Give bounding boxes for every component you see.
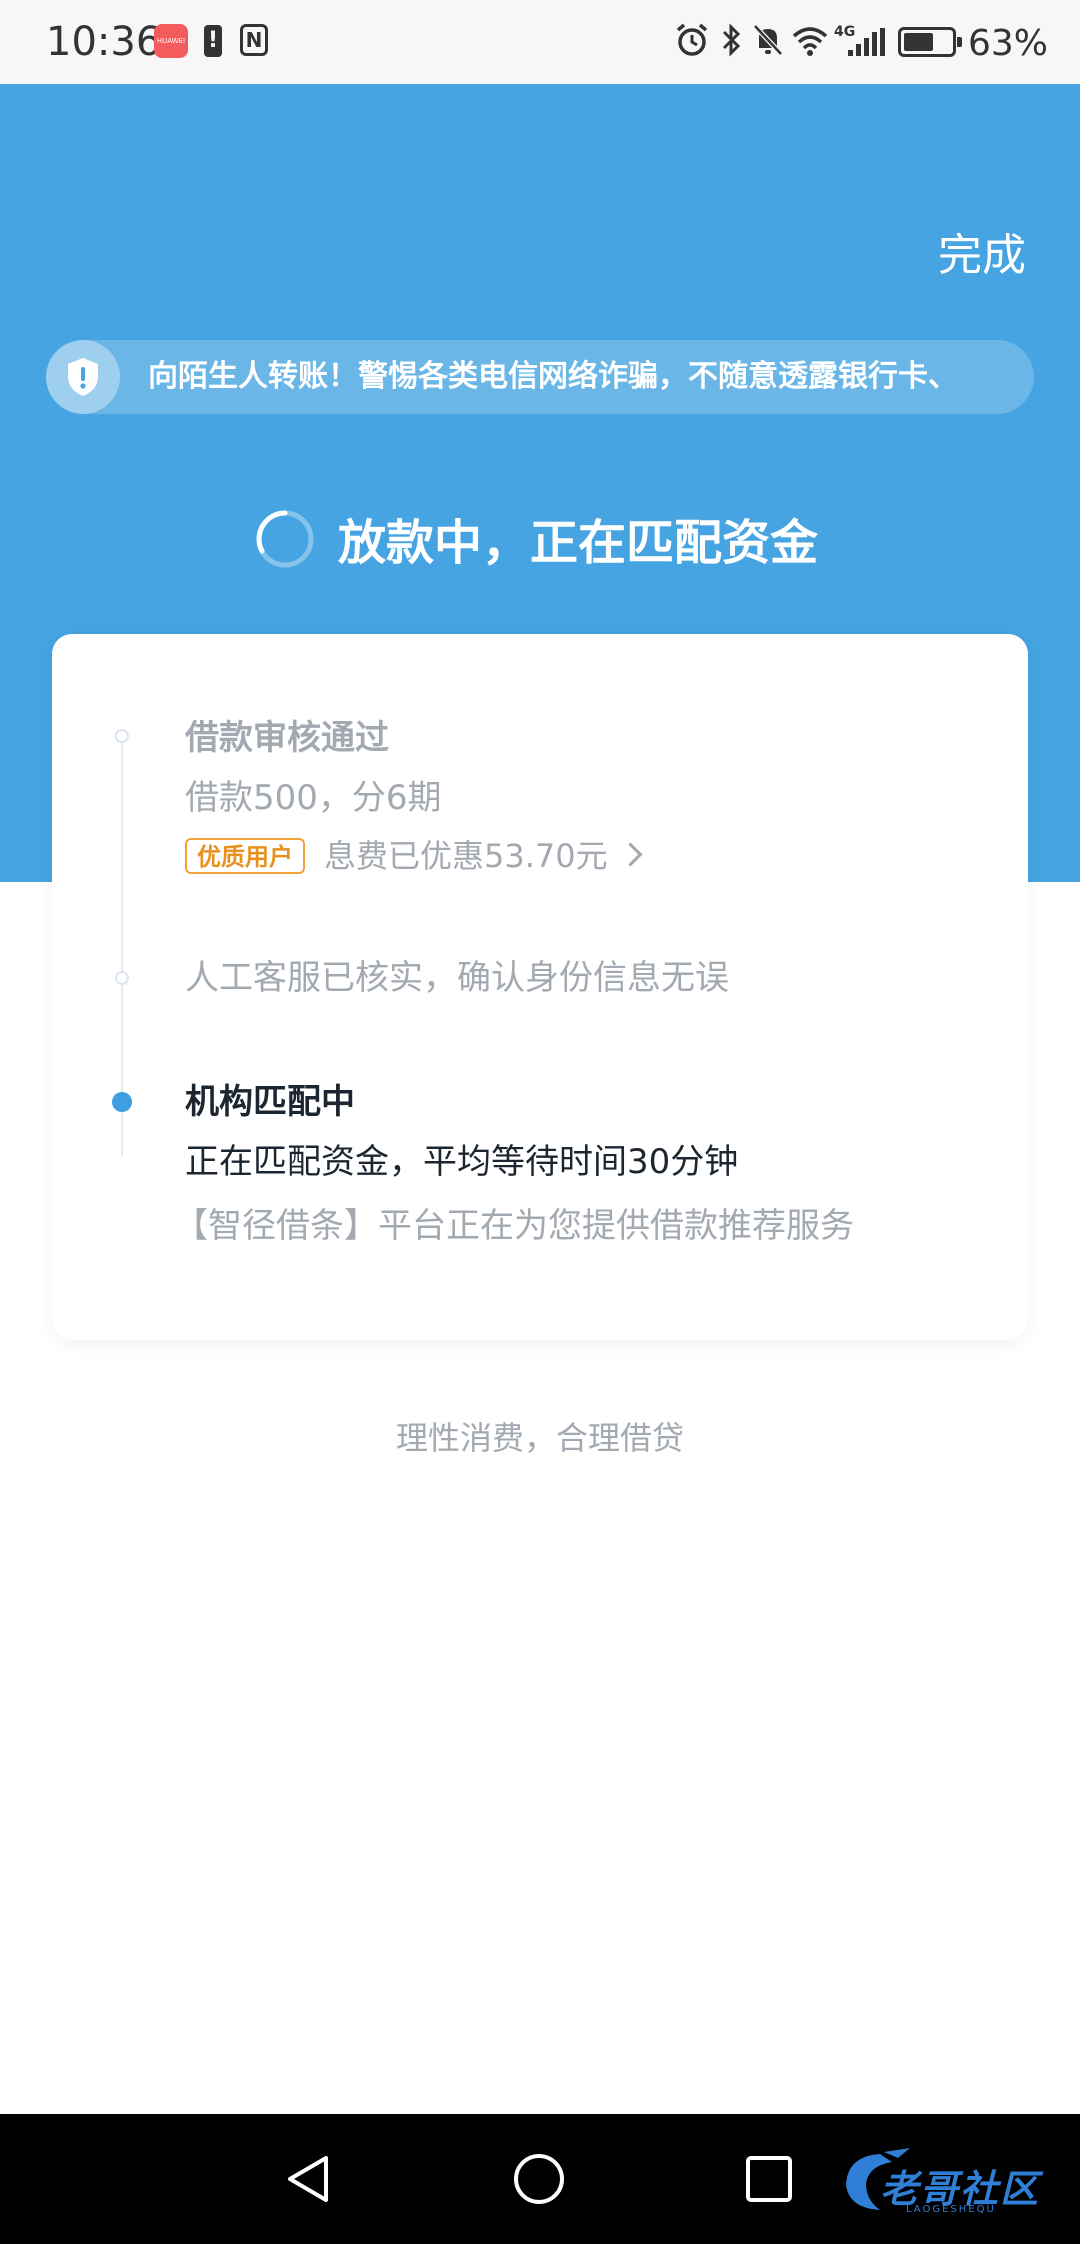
status-bar: 10:36 HUAWEI ! N 4G 63% <box>0 0 1080 84</box>
timeline-dot-step1 <box>115 729 129 743</box>
footer-slogan: 理性消费，合理借贷 <box>395 1419 684 1457</box>
mute-bell-icon <box>753 24 783 56</box>
alarm-icon <box>676 23 708 56</box>
bluetooth-icon <box>722 23 741 57</box>
circle-home-icon[interactable] <box>504 2144 574 2214</box>
signal-strength-icon <box>848 28 888 56</box>
notice-text: 向陌生人转账！警惕各类电信网络诈骗，不随意透露银行卡、 <box>148 359 958 394</box>
step1-title: 借款审核通过 <box>185 718 389 758</box>
step2-title: 人工客服已核实，确认身份信息无误 <box>185 958 729 998</box>
battery-icon <box>898 27 962 57</box>
status-time: 10:36 <box>46 19 162 65</box>
discount-text: 息费已优惠53.70元 <box>324 837 608 875</box>
watermark-logo: 老哥社区 LAOGESHEQU <box>840 2146 1060 2216</box>
loan-status-card: 借款审核通过 借款500，分6期 优质用户 息费已优惠53.70元 人工客服已核… <box>52 634 1028 1340</box>
battery-percentage: 63% <box>968 23 1049 64</box>
app-notification-icon: HUAWEI <box>154 24 188 58</box>
shield-alert-icon <box>68 358 98 396</box>
progress-title: 放款中，正在匹配资金 <box>338 515 819 571</box>
discount-link[interactable]: 息费已优惠53.70元 <box>324 834 643 878</box>
triangle-back-icon[interactable] <box>276 2144 346 2214</box>
loan-progress-status: 放款中，正在匹配资金 <box>0 500 1080 590</box>
step3-detail: 正在匹配资金，平均等待时间30分钟 <box>185 1142 739 1182</box>
square-recents-icon[interactable] <box>734 2144 804 2214</box>
step1-detail: 借款500，分6期 <box>185 778 442 818</box>
system-navigation-bar: 老哥社区 LAOGESHEQU <box>0 2114 1080 2244</box>
step3-note: 【智径借条】平台正在为您提供借款推荐服务 <box>174 1206 854 1246</box>
done-button[interactable]: 完成 <box>938 228 1026 284</box>
notice-icon-container <box>46 340 120 414</box>
wifi-icon <box>792 27 828 56</box>
step3-title: 机构匹配中 <box>185 1082 355 1122</box>
nfc-icon: N <box>240 24 268 56</box>
fraud-warning-notice[interactable]: 向陌生人转账！警惕各类电信网络诈骗，不随意透露银行卡、 <box>46 340 1034 414</box>
watermark-subtext: LAOGESHEQU <box>906 2204 996 2215</box>
alert-notification-icon: ! <box>204 25 222 57</box>
loading-spinner-icon <box>256 510 314 568</box>
timeline-dot-step3-active <box>112 1092 132 1112</box>
quality-user-tag: 优质用户 <box>185 838 305 874</box>
timeline-dot-step2 <box>115 971 129 985</box>
chevron-right-icon <box>618 842 643 867</box>
